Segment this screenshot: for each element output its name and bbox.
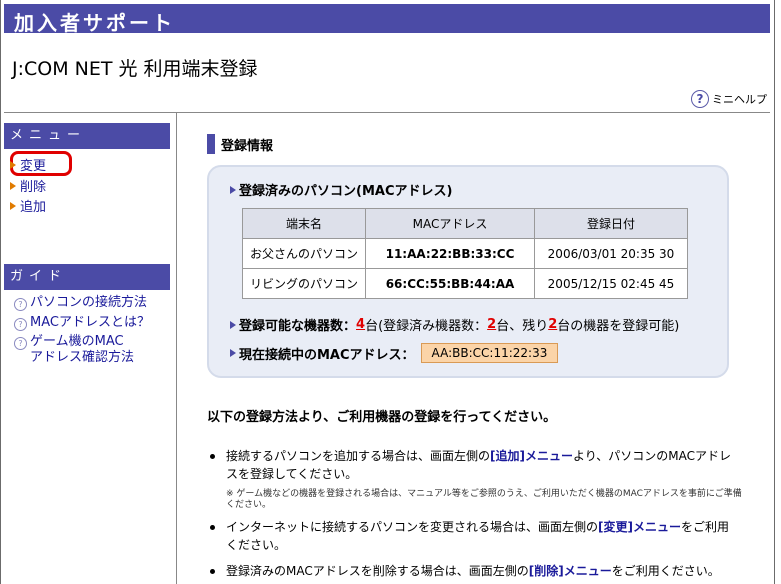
cell-mac: 66:CC:55:BB:44:AA xyxy=(365,268,535,299)
add-menu-link[interactable]: [追加]メニュー xyxy=(490,449,573,463)
guide-item-mac[interactable]: ? MACアドレスとは？ xyxy=(14,315,150,331)
cell-name: リビングのパソコン xyxy=(242,268,366,299)
current-mac-row: 現在接続中のMACアドレス： AA:BB:CC:11:22:33 xyxy=(230,343,559,363)
sidebar-item-label: 追加 xyxy=(20,200,47,215)
guide-item-label: MACアドレスとは？ xyxy=(30,315,150,330)
device-count-text2: 台、残り xyxy=(496,319,549,334)
device-count-remaining: 2 xyxy=(548,317,558,332)
sidebar-item-change[interactable]: 変更 xyxy=(10,155,46,174)
bullet-text: 登録済みのMACアドレスを削除する場合は、画面左側の xyxy=(226,564,529,578)
device-count-registered: 2 xyxy=(487,317,497,332)
question-circle-icon: ? xyxy=(14,337,27,350)
section-heading: 登録情報 xyxy=(207,134,273,154)
guide-item-label-line1: ゲーム機のMAC xyxy=(30,334,124,349)
guide-header: ガイド xyxy=(4,264,170,290)
menu-header: メニュー xyxy=(4,123,170,149)
question-circle-icon: ? xyxy=(14,298,27,311)
guide-item-connection[interactable]: ? パソコンの接続方法 xyxy=(14,295,147,311)
section-title: 登録情報 xyxy=(221,138,274,154)
question-circle-icon: ? xyxy=(14,318,27,331)
bullet-text: をご利用ください。 xyxy=(611,564,720,578)
bullet-dot xyxy=(210,454,215,459)
header-title: 加入者サポート xyxy=(14,11,175,35)
header-bar: 加入者サポート xyxy=(4,4,770,35)
page-title: J:COM NET 光 利用端末登録 xyxy=(12,58,258,80)
triangle-right-icon xyxy=(10,181,16,190)
triangle-right-icon xyxy=(10,160,16,169)
guide-item-label-line2: アドレス確認方法 xyxy=(30,350,135,365)
list-item: インターネットに接続するパソコンを変更される場合は、画面左側の[変更]メニューを… xyxy=(210,518,740,554)
guide-item-label: パソコンの接続方法 xyxy=(30,295,148,310)
sidebar-item-add[interactable]: 追加 xyxy=(10,196,46,215)
bullet-text: インターネットに接続するパソコンを変更される場合は、画面左側の xyxy=(226,520,599,534)
mini-help-label: ミニヘルプ xyxy=(712,93,767,106)
arrow-right-icon xyxy=(230,349,236,357)
device-count-label: 登録可能な機器数： xyxy=(239,319,357,334)
list-item: 接続するパソコンを追加する場合は、画面左側の[追加]メニューより、パソコンのMA… xyxy=(210,447,740,483)
section-bar xyxy=(207,134,215,154)
instruction-text: 以下の登録方法より、ご利用機器の登録を行ってください。 xyxy=(207,410,557,425)
current-mac-value: AA:BB:CC:11:22:33 xyxy=(420,343,559,363)
device-count-text3: 台の機器を登録可能) xyxy=(557,319,680,334)
triangle-right-icon xyxy=(10,201,16,210)
sidebar-item-delete[interactable]: 削除 xyxy=(10,176,46,195)
table-header-row: 端末名 MACアドレス 登録日付 xyxy=(242,208,688,239)
bullet-dot xyxy=(210,569,215,574)
table-row: リビングのパソコン 66:CC:55:BB:44:AA 2005/12/15 0… xyxy=(242,268,688,299)
change-menu-link[interactable]: [変更]メニュー xyxy=(598,520,681,534)
registered-heading: 登録済みのパソコン(MACアドレス) xyxy=(230,180,452,199)
bullet-text: 接続するパソコンを追加する場合は、画面左側の xyxy=(226,449,491,463)
registered-label: 登録済みのパソコン(MACアドレス) xyxy=(239,184,453,199)
bullet-dot xyxy=(210,525,215,530)
table-row: お父さんのパソコン 11:AA:22:BB:33:CC 2006/03/01 2… xyxy=(242,238,688,269)
guide-item-label: ゲーム機のMAC アドレス確認方法 xyxy=(30,334,134,366)
delete-menu-link[interactable]: [削除]メニュー xyxy=(529,564,612,578)
col-header-mac: MACアドレス xyxy=(365,208,535,239)
cell-mac: 11:AA:22:BB:33:CC xyxy=(365,238,535,269)
device-count-text1: 台(登録済み機器数： xyxy=(365,319,488,334)
question-circle-icon: ? xyxy=(691,90,709,108)
cell-date: 2006/03/01 20:35 30 xyxy=(534,238,688,269)
current-mac-label: 現在接続中のMACアドレス： xyxy=(239,347,415,363)
registered-table: 端末名 MACアドレス 登録日付 お父さんのパソコン 11:AA:22:BB:3… xyxy=(242,208,688,299)
game-device-note: ※ ゲーム機などの機器を登録される場合は、マニュアル等をご参照のうえ、ご利用いた… xyxy=(226,489,742,510)
col-header-date: 登録日付 xyxy=(534,208,688,239)
mini-help-link[interactable]: ? ミニヘルプ xyxy=(691,90,767,108)
device-count-row: 登録可能な機器数： 4 台(登録済み機器数： 2 台、残り 2 台の機器を登録可… xyxy=(230,315,679,334)
col-header-name: 端末名 xyxy=(242,208,366,239)
cell-date: 2005/12/15 02:45 45 xyxy=(534,268,688,299)
arrow-right-icon xyxy=(230,185,236,194)
arrow-right-icon xyxy=(230,320,236,329)
list-item: 登録済みのMACアドレスを削除する場合は、画面左側の[削除]メニューをご利用くだ… xyxy=(210,562,740,580)
device-count-total: 4 xyxy=(356,317,366,332)
cell-name: お父さんのパソコン xyxy=(242,238,366,269)
guide-item-game-mac[interactable]: ? ゲーム機のMAC アドレス確認方法 xyxy=(14,334,134,366)
sidebar-item-label: 削除 xyxy=(20,180,47,195)
sidebar-item-label: 変更 xyxy=(20,159,47,174)
